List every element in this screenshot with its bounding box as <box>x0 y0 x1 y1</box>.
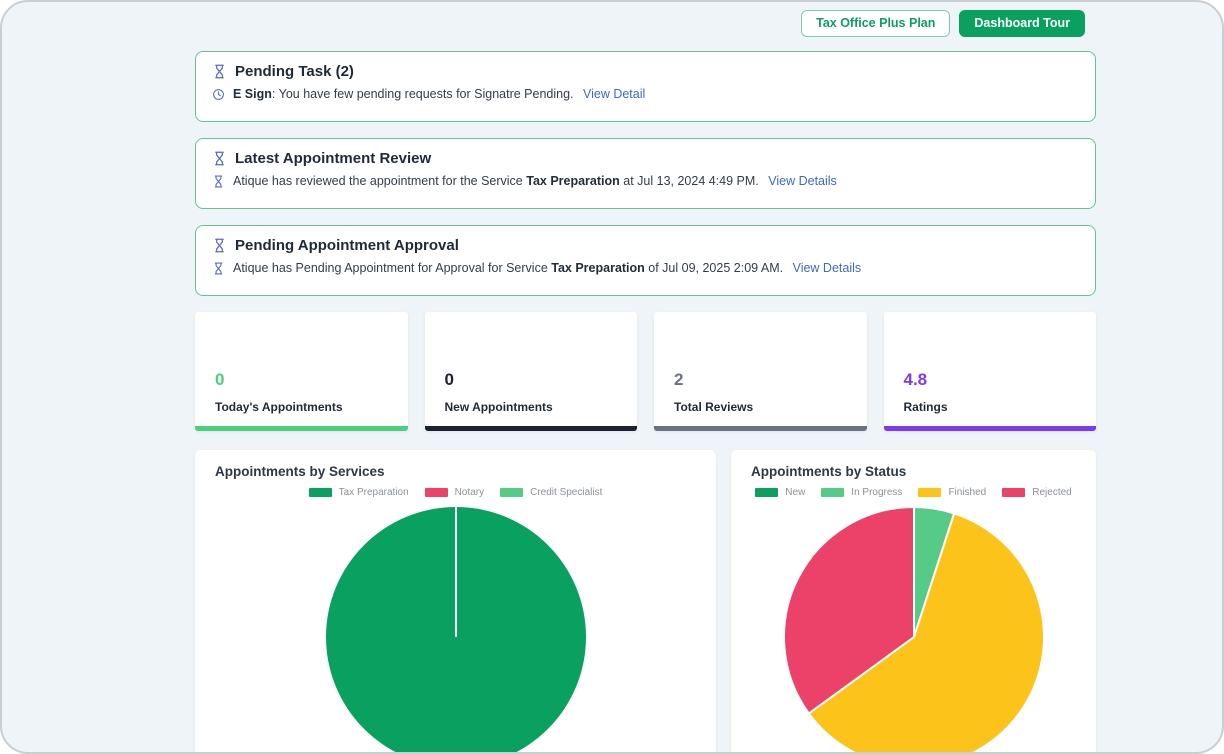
legend-swatch <box>425 488 448 497</box>
legend-swatch <box>918 488 941 497</box>
view-details-link[interactable]: View Details <box>793 261 862 275</box>
legend-item[interactable]: Finished <box>918 487 986 498</box>
legend-swatch <box>1002 488 1025 497</box>
hourglass-icon <box>212 262 225 275</box>
legend-item[interactable]: Credit Specialist <box>500 487 602 498</box>
stat-card-new-appointments: 0 New Appointments <box>425 312 638 431</box>
notice-message: E Sign: You have few pending requests fo… <box>233 87 645 101</box>
stats-row: 0 Today's Appointments 0 New Appointment… <box>195 312 1096 431</box>
notice-title: Pending Appointment Approval <box>212 237 1079 254</box>
status-chart-legend: New In Progress Finished Rejected <box>731 487 1096 498</box>
appointments-by-status-card: Appointments by Status New In Progress Fin… <box>731 450 1096 754</box>
stat-label: Today's Appointments <box>215 400 388 414</box>
legend-label: Credit Specialist <box>530 487 602 498</box>
legend-label: Tax Preparation <box>339 487 409 498</box>
notice-body: E Sign: You have few pending requests fo… <box>212 87 1079 101</box>
pending-task-card: Pending Task (2) E Sign: You have few pe… <box>195 51 1096 122</box>
legend-label: Notary <box>455 487 484 498</box>
appointments-by-services-card: Appointments by Services Tax Preparation… <box>195 450 716 754</box>
hourglass-icon <box>212 175 225 188</box>
stat-value: 4.8 <box>904 370 1077 390</box>
notice-message: Atique has Pending Appointment for Appro… <box>233 261 861 275</box>
view-detail-link[interactable]: View Detail <box>583 87 645 101</box>
notice-message: Atique has reviewed the appointment for … <box>233 174 837 188</box>
chart-title: Appointments by Services <box>195 450 716 479</box>
notice-title-text: Latest Appointment Review <box>235 150 431 167</box>
header-actions: Tax Office Plus Plan Dashboard Tour <box>801 10 1085 37</box>
latest-appointment-review-card: Latest Appointment Review Atique has rev… <box>195 138 1096 209</box>
stat-card-total-reviews: 2 Total Reviews <box>654 312 867 431</box>
legend-item[interactable]: Notary <box>425 487 484 498</box>
view-details-link[interactable]: View Details <box>768 174 837 188</box>
chart-title: Appointments by Status <box>731 450 1096 479</box>
notice-body: Atique has reviewed the appointment for … <box>212 174 1079 188</box>
tax-office-plus-plan-button[interactable]: Tax Office Plus Plan <box>801 10 950 37</box>
status-pie-chart[interactable] <box>782 505 1046 754</box>
notice-title-text: Pending Appointment Approval <box>235 237 459 254</box>
legend-swatch <box>309 488 332 497</box>
stat-card-todays-appointments: 0 Today's Appointments <box>195 312 408 431</box>
legend-item[interactable]: Tax Preparation <box>309 487 409 498</box>
legend-swatch <box>755 488 778 497</box>
services-chart-legend: Tax Preparation Notary Credit Specialist <box>195 487 716 498</box>
dashboard-window: Tax Office Plus Plan Dashboard Tour Pend… <box>0 0 1224 754</box>
legend-item[interactable]: New <box>755 487 805 498</box>
hourglass-icon <box>212 238 227 253</box>
hourglass-icon <box>212 151 227 166</box>
legend-swatch <box>821 488 844 497</box>
legend-label: Finished <box>948 487 986 498</box>
stat-card-ratings: 4.8 Ratings <box>884 312 1097 431</box>
stat-label: Ratings <box>904 400 1077 414</box>
notice-title: Latest Appointment Review <box>212 150 1079 167</box>
pending-appointment-approval-card: Pending Appointment Approval Atique has … <box>195 225 1096 296</box>
stat-label: Total Reviews <box>674 400 847 414</box>
legend-swatch <box>500 488 523 497</box>
legend-label: New <box>785 487 805 498</box>
hourglass-icon <box>212 64 227 79</box>
dashboard-tour-button[interactable]: Dashboard Tour <box>959 10 1085 37</box>
notice-body: Atique has Pending Appointment for Appro… <box>212 261 1079 275</box>
legend-label: In Progress <box>851 487 902 498</box>
legend-label: Rejected <box>1032 487 1071 498</box>
stat-value: 2 <box>674 370 847 390</box>
legend-item[interactable]: In Progress <box>821 487 902 498</box>
notice-title-text: Pending Task (2) <box>235 63 354 80</box>
legend-item[interactable]: Rejected <box>1002 487 1071 498</box>
stat-value: 0 <box>445 370 618 390</box>
stat-value: 0 <box>215 370 388 390</box>
services-pie-chart[interactable] <box>324 505 588 754</box>
notice-list: Pending Task (2) E Sign: You have few pe… <box>195 51 1096 312</box>
stat-label: New Appointments <box>445 400 618 414</box>
notice-title: Pending Task (2) <box>212 63 1079 80</box>
clock-icon <box>212 88 225 101</box>
